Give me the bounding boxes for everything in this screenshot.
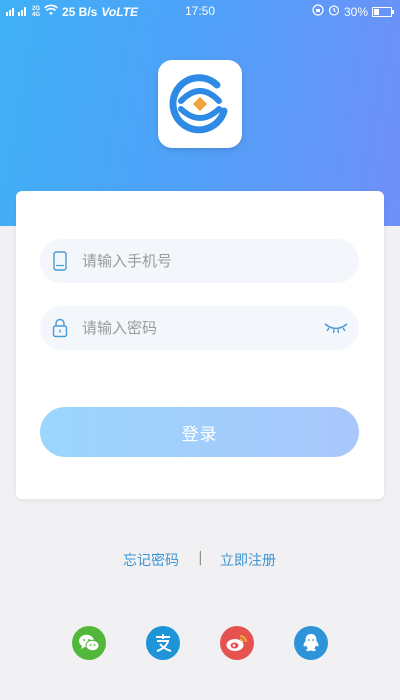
alarm-icon (328, 4, 340, 19)
alipay-login-button[interactable] (146, 626, 180, 660)
forgot-password-link[interactable]: 忘记密码 (123, 550, 179, 570)
weibo-login-button[interactable] (220, 626, 254, 660)
battery-icon (372, 6, 394, 17)
qq-icon (303, 634, 319, 652)
link-separator: | (198, 550, 203, 566)
lock-rotation-icon (312, 4, 324, 19)
qq-login-button[interactable] (294, 626, 328, 660)
status-bar: 2G 4G 25 B/s VoLTE 17:50 30% (0, 0, 400, 24)
login-button[interactable]: 登录 (40, 407, 359, 457)
alipay-icon (156, 634, 172, 652)
phone-icon (40, 239, 80, 283)
phone-field[interactable] (40, 239, 359, 283)
wechat-icon (79, 634, 100, 652)
register-link[interactable]: 立即注册 (220, 550, 276, 570)
phone-input[interactable] (80, 251, 314, 271)
status-right: 30% (312, 4, 394, 19)
wechat-login-button[interactable] (72, 626, 106, 660)
app-logo-icon (169, 74, 228, 134)
password-field[interactable] (40, 306, 359, 350)
lock-icon (40, 306, 80, 350)
password-input[interactable] (80, 318, 314, 338)
battery-percent: 30% (343, 4, 368, 19)
eye-closed-icon[interactable] (323, 318, 349, 338)
account-links: 忘记密码 | 立即注册 (0, 550, 400, 570)
app-logo (158, 60, 242, 148)
weibo-icon (226, 635, 247, 651)
